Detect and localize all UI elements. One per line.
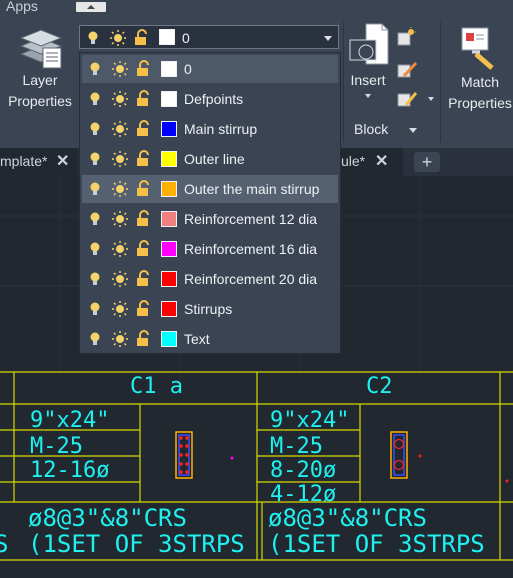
layer-dropdown-combo[interactable]: 0 bbox=[79, 25, 339, 49]
layer-list-item[interactable]: 0 bbox=[82, 55, 338, 83]
layer-state-icons[interactable] bbox=[87, 270, 161, 288]
c1-section-drawing bbox=[175, 431, 234, 479]
apps-panel-label: Apps bbox=[6, 0, 38, 14]
layer-color-swatch[interactable] bbox=[161, 121, 177, 137]
new-tab-button[interactable]: + bbox=[414, 152, 440, 172]
c2-grade-text: M-25 bbox=[270, 434, 323, 459]
layer-name: Reinforcement 12 dia bbox=[184, 211, 318, 227]
file-tab-left[interactable]: mplate* ✕ bbox=[0, 148, 78, 176]
layer-name: Outer line bbox=[184, 151, 245, 167]
c1-stirrup-spacing-text: ø8@3"&8"CRS bbox=[28, 504, 187, 532]
layer-list-item[interactable]: Text bbox=[82, 325, 338, 353]
edit-block-icon[interactable] bbox=[396, 60, 418, 80]
c1-bars-text: 12-16ø bbox=[30, 458, 110, 483]
insert-dropdown-caret[interactable] bbox=[365, 94, 371, 98]
layer-color-swatch[interactable] bbox=[161, 151, 177, 167]
layer-color-swatch[interactable] bbox=[161, 241, 177, 257]
layer-list-item[interactable]: Outer line bbox=[82, 145, 338, 173]
c1-grade-text: M-25 bbox=[30, 434, 83, 459]
layer-state-icons[interactable] bbox=[87, 120, 161, 138]
apps-expand-toggle[interactable] bbox=[76, 2, 106, 12]
layer-state-icons[interactable] bbox=[87, 90, 161, 108]
c1-column-title: C1 a bbox=[130, 374, 183, 399]
create-block-icon[interactable] bbox=[396, 27, 418, 47]
layer-color-swatch bbox=[159, 29, 175, 45]
layer-state-icons[interactable] bbox=[87, 180, 161, 198]
layer-state-icons[interactable] bbox=[87, 330, 161, 348]
layer-color-swatch[interactable] bbox=[161, 301, 177, 317]
layer-name: 0 bbox=[184, 61, 192, 77]
c1-stirrup-set-text: (1SET OF 3STRPS bbox=[28, 530, 245, 558]
layer-color-swatch[interactable] bbox=[161, 271, 177, 287]
file-tab-right[interactable]: ule* ✕ bbox=[339, 148, 403, 176]
layer-name: Defpoints bbox=[184, 91, 244, 107]
layer-state-icons[interactable] bbox=[87, 300, 161, 318]
layer-dropdown-list[interactable]: 0 Defpoints Main stirrup Outer line Oute… bbox=[79, 52, 341, 354]
block-panel-caret[interactable] bbox=[409, 128, 417, 133]
layer-state-icons[interactable] bbox=[87, 210, 161, 228]
layer-state-icons[interactable] bbox=[87, 150, 161, 168]
layer-color-swatch[interactable] bbox=[161, 331, 177, 347]
insert-button-label[interactable]: Insert bbox=[340, 70, 396, 91]
close-icon[interactable]: ✕ bbox=[375, 151, 388, 171]
layer-list-item[interactable]: Outer the main stirrup bbox=[82, 175, 338, 203]
c2-bars1-text: 8-20ø bbox=[270, 458, 337, 483]
layer-state-icons bbox=[88, 29, 147, 46]
c2-section-drawing bbox=[390, 431, 422, 479]
layer-name: Main stirrup bbox=[184, 121, 258, 137]
block-attributes-icon[interactable] bbox=[396, 89, 418, 111]
layer-state-icons[interactable] bbox=[87, 60, 161, 78]
tab-label: ule* bbox=[341, 153, 366, 169]
tab-label: mplate* bbox=[0, 153, 48, 169]
layer-color-swatch[interactable] bbox=[161, 61, 177, 77]
close-icon[interactable]: ✕ bbox=[56, 151, 69, 171]
layer-name: Reinforcement 16 dia bbox=[184, 241, 318, 257]
layer-list-item[interactable]: Reinforcement 12 dia bbox=[82, 205, 338, 233]
layer-name: Stirrups bbox=[184, 301, 233, 317]
insert-block-icon[interactable] bbox=[346, 22, 390, 70]
current-layer-name: 0 bbox=[182, 30, 190, 46]
layer-properties-button-label[interactable]: Layer Properties bbox=[0, 70, 80, 112]
c2-column-title: C2 bbox=[366, 374, 393, 399]
layer-properties-icon[interactable] bbox=[17, 24, 63, 70]
layer-name: Text bbox=[184, 331, 210, 347]
c2-stirrup-set-text: (1SET OF 3STRPS bbox=[268, 530, 485, 558]
layer-list-item[interactable]: Reinforcement 16 dia bbox=[82, 235, 338, 263]
match-properties-button-label[interactable]: Match Properties bbox=[442, 72, 513, 114]
layer-color-swatch[interactable] bbox=[161, 211, 177, 227]
ribbon-separator bbox=[440, 22, 441, 142]
layer-list-item[interactable]: Reinforcement 20 dia bbox=[82, 265, 338, 293]
left-cut-text: S bbox=[0, 530, 9, 558]
c1-size-text: 9"x24" bbox=[30, 408, 110, 433]
match-properties-icon[interactable] bbox=[458, 24, 502, 70]
layer-name: Outer the main stirrup bbox=[184, 181, 320, 197]
c2-stirrup-spacing-text: ø8@3"&8"CRS bbox=[268, 504, 427, 532]
layer-state-icons[interactable] bbox=[87, 240, 161, 258]
layer-list-item[interactable]: Stirrups bbox=[82, 295, 338, 323]
chevron-down-icon[interactable] bbox=[324, 36, 332, 41]
c2-size-text: 9"x24" bbox=[270, 408, 350, 433]
layer-list-item[interactable]: Main stirrup bbox=[82, 115, 338, 143]
layer-list-item[interactable]: Defpoints bbox=[82, 85, 338, 113]
layer-color-swatch[interactable] bbox=[161, 91, 177, 107]
layer-name: Reinforcement 20 dia bbox=[184, 271, 318, 287]
layer-color-swatch[interactable] bbox=[161, 181, 177, 197]
block-attributes-caret[interactable] bbox=[428, 97, 434, 101]
